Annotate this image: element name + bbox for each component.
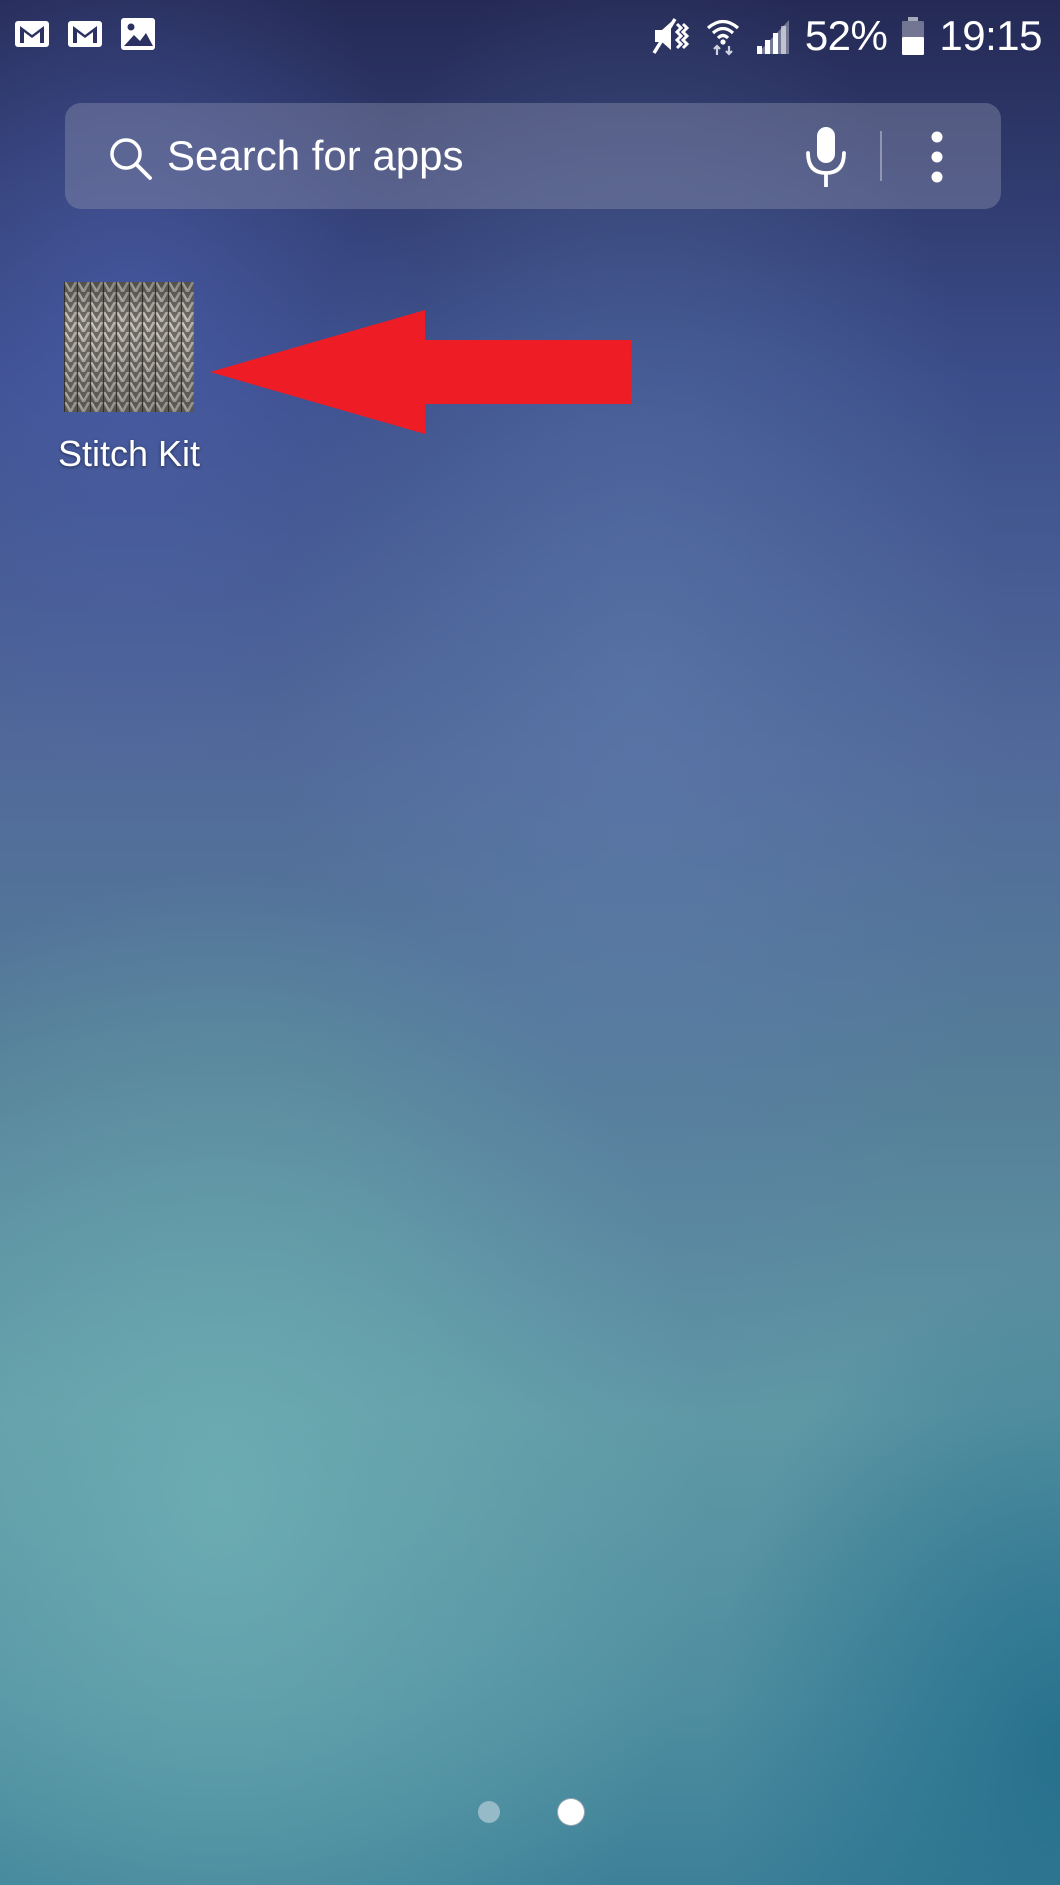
gmail-icon [15,21,49,47]
search-input[interactable]: Search for apps [167,103,464,209]
page-indicator[interactable] [475,1798,595,1828]
clock: 19:15 [939,12,1042,59]
signal-icon [756,20,789,54]
app-label: Stitch Kit [57,433,201,474]
gallery-icon [121,18,155,50]
wifi-icon [706,19,739,56]
notification-icons [14,16,156,52]
battery-icon [902,17,925,55]
page-dot-1[interactable] [478,1801,500,1823]
mute-vibrate-icon [652,18,689,54]
annotation-arrow [210,310,631,434]
search-divider [880,131,882,181]
page-dot-2-active[interactable] [557,1798,585,1826]
search-icon [110,138,152,180]
mic-icon[interactable] [803,125,849,189]
app-stitch-kit[interactable]: Stitch Kit [40,282,218,482]
more-vert-icon[interactable] [925,131,949,183]
knitting-texture-icon[interactable] [64,282,194,412]
status-bar: 52% 19:15 [0,0,1060,72]
system-status: 52% 19:15 [651,10,1042,62]
gmail-icon [68,21,102,47]
app-search-bar[interactable]: Search for apps [65,103,1001,209]
battery-percent: 52% [804,12,888,59]
